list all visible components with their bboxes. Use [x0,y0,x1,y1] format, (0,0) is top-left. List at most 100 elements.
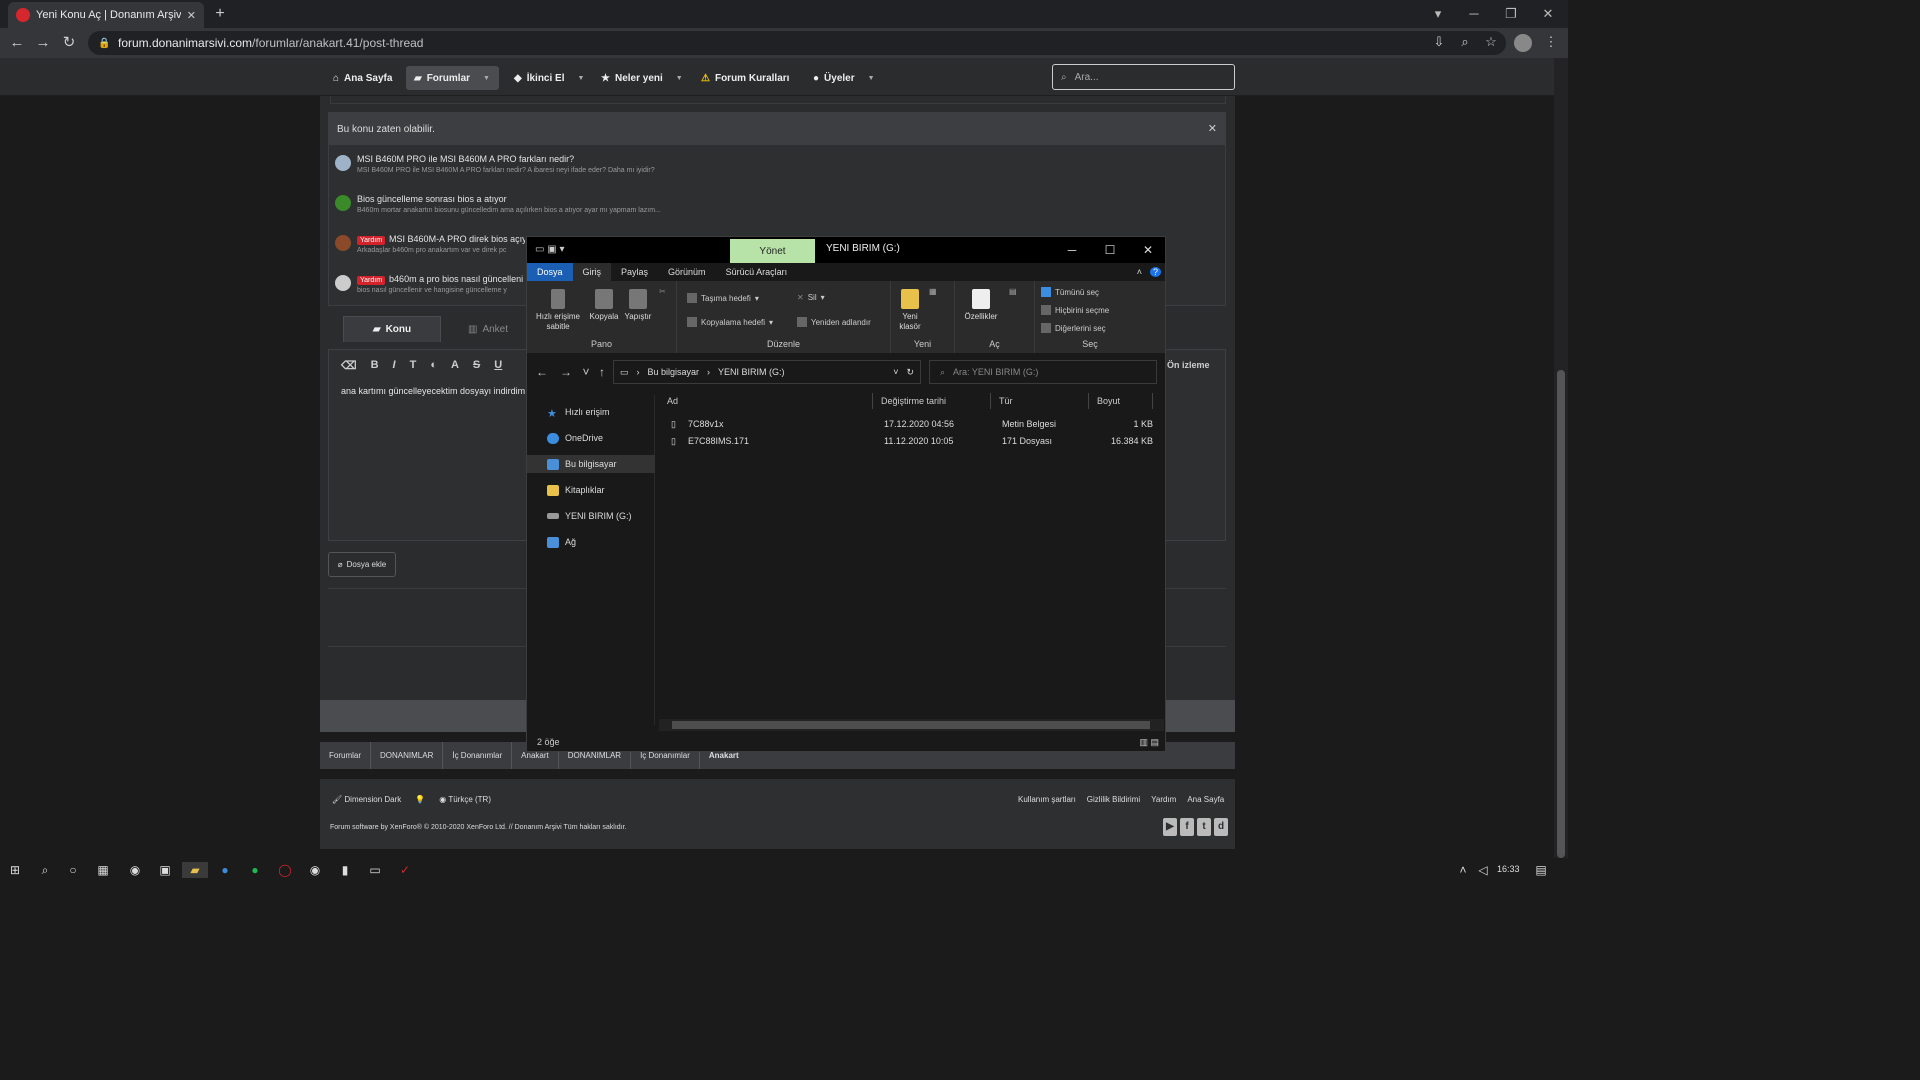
nav-whats-new[interactable]: ★ Neler yeni ▼ [593,66,691,90]
invert-selection-button[interactable]: Diğerlerini seç [1041,323,1106,333]
list-item[interactable]: Yardım b460m a pro bios nasıl güncelleni b… [335,273,525,301]
forward-icon[interactable]: → [34,34,52,52]
chevron-down-icon[interactable]: ▼ [483,75,490,82]
maximize-button[interactable]: ❐ [1501,4,1521,24]
quick-access-toolbar[interactable]: ▭ ▣ ▾ [535,244,564,255]
bulb-icon[interactable]: 💡 [415,795,425,804]
chevron-down-icon[interactable]: ˅ [893,367,898,377]
new-tab-button[interactable]: + [210,5,230,23]
cortana-icon[interactable]: ○ [64,862,82,878]
close-button[interactable]: ✕ [1133,242,1163,258]
zoom-icon[interactable]: ⌕ [1456,34,1474,52]
column-size[interactable]: Boyut [1089,393,1153,409]
youtube-icon[interactable]: ▶ [1163,818,1177,836]
maximize-button[interactable]: ☐ [1095,242,1125,258]
breadcrumb-item[interactable]: İç Donanımlar [443,742,513,769]
app-icon[interactable]: ✓ [396,862,414,878]
minimize-button[interactable]: ─ [1464,4,1484,24]
footer-link[interactable]: Ana Sayfa [1187,795,1224,804]
clock[interactable]: 16:33 [1497,864,1520,874]
cut-icon[interactable]: ✂ [659,287,666,296]
explorer-search-input[interactable]: ⌕ Ara: YENI BIRIM (G:) [929,360,1157,384]
new-item-icon[interactable]: ▦ [929,287,937,296]
path-segment[interactable]: YENI BIRIM (G:) [718,367,785,377]
column-date[interactable]: Değiştirme tarihi [873,393,991,409]
underline-icon[interactable]: U [494,359,502,371]
browser-tab[interactable]: Yeni Konu Aç | Donanım Arşivi Fo ✕ [8,2,204,28]
path-segment[interactable]: Bu bilgisayar [648,367,700,377]
eraser-icon[interactable]: ⌫ [341,359,357,372]
explorer-taskbar-icon[interactable]: ▰ [182,862,208,878]
bookmark-star-icon[interactable]: ☆ [1482,34,1500,52]
nav-home[interactable]: ⌂ Ana Sayfa [325,66,400,90]
breadcrumb-item[interactable]: DONANIMLAR [371,742,444,769]
sidebar-item-network[interactable]: Ağ [527,533,655,551]
tab-gorunum[interactable]: Görünüm [658,263,716,281]
nav-rules[interactable]: ⚠ Forum Kuralları [693,66,797,90]
language-chooser[interactable]: ◉ Türkçe (TR) [439,795,491,804]
move-to-button[interactable]: Taşıma hedefi ▾ [687,293,759,303]
color-icon[interactable]: ◐ [430,359,437,371]
opera-icon[interactable]: ◯ [276,862,294,878]
sidebar-item-libraries[interactable]: Kitaplıklar [527,481,655,499]
page-scrollbar-thumb[interactable] [1557,370,1565,858]
footer-link[interactable]: Kullanım şartları [1018,795,1076,804]
list-item[interactable]: Bios güncelleme sonrası bios a atıyor B46… [335,193,1215,221]
app-icon[interactable]: ▭ [366,862,384,878]
sidebar-item-onedrive[interactable]: OneDrive [527,429,655,447]
delete-button[interactable]: ✕ Sil ▾ [797,293,825,302]
discord-icon[interactable]: d [1214,818,1228,836]
strike-icon[interactable]: S [473,359,480,371]
copy-button[interactable]: Kopyala [587,289,621,321]
nav-forums[interactable]: ▰ Forumlar ▼ [406,66,499,90]
select-none-button[interactable]: Hiçbirini seçme [1041,305,1109,315]
twitter-icon[interactable]: t [1197,818,1211,836]
tab-konu[interactable]: ▰ Konu [343,316,441,342]
search-input[interactable]: ⌕ Ara... [1052,64,1235,90]
app-icon[interactable]: ▮ [336,862,354,878]
help-icon[interactable]: ? [1146,263,1165,281]
font-icon[interactable]: A [451,359,459,371]
back-icon[interactable]: ← [8,34,26,52]
attach-file-button[interactable]: ⌀ Dosya ekle [328,552,396,577]
collapse-ribbon-icon[interactable]: ˄ [1133,263,1146,281]
list-item[interactable]: MSI B460M PRO ile MSI B460M A PRO farkla… [335,153,1215,181]
refresh-icon[interactable]: ↻ [906,367,920,378]
url-field[interactable]: 🔒 forum.donanimarsivi.com/forumlar/anaka… [88,31,1506,55]
tab-surucu-araclari[interactable]: Sürücü Araçları [716,263,798,281]
up-icon[interactable]: ↑ [595,365,609,379]
close-button[interactable]: ✕ [1538,4,1558,24]
footer-link[interactable]: Gizlilik Bildirimi [1087,795,1140,804]
back-icon[interactable]: ← [535,365,549,379]
tab-paylas[interactable]: Paylaş [611,263,658,281]
chevron-down-icon[interactable]: ▼ [578,75,585,82]
open-icon[interactable]: ▤ [1009,287,1017,296]
italic-icon[interactable]: I [393,359,396,371]
install-icon[interactable]: ⇩ [1430,34,1448,52]
minimize-button[interactable]: ─ [1057,242,1087,258]
preview-button[interactable]: Ön izleme [1167,360,1210,370]
pin-button[interactable]: Hızlı erişime sabitle [533,289,583,331]
recent-icon[interactable]: ˅ [579,365,593,379]
start-icon[interactable]: ⊞ [6,862,24,878]
search-icon[interactable]: ⌕ [36,862,54,878]
skype-icon[interactable]: ● [216,862,234,878]
volume-icon[interactable]: ◁ [1474,862,1492,878]
profile-dropdown-icon[interactable]: ▾ [1428,4,1448,24]
horizontal-scrollbar-thumb[interactable] [672,721,1150,729]
list-item[interactable]: Yardım MSI B460M-A PRO direk bios açıy Ark… [335,233,525,261]
avatar[interactable] [1514,34,1532,52]
properties-button[interactable]: Özellikler [961,289,1001,321]
sidebar-item-this-pc[interactable]: Bu bilgisayar [527,455,655,473]
spotify-icon[interactable]: ● [246,862,264,878]
rename-button[interactable]: Yeniden adlandır [797,317,871,327]
tab-anket[interactable]: ▥ Anket [453,316,523,342]
bold-icon[interactable]: B [371,359,379,371]
chrome-icon[interactable]: ◉ [126,862,144,878]
tab-dosya[interactable]: Dosya [527,263,573,281]
browser-menu-icon[interactable]: ⋮ [1542,34,1560,52]
facebook-icon[interactable]: f [1180,818,1194,836]
path-box[interactable]: ▭ › Bu bilgisayar › YENI BIRIM (G:) ˅ ↻ [613,360,921,384]
chevron-down-icon[interactable]: ▼ [676,75,683,82]
column-type[interactable]: Tür [991,393,1089,409]
